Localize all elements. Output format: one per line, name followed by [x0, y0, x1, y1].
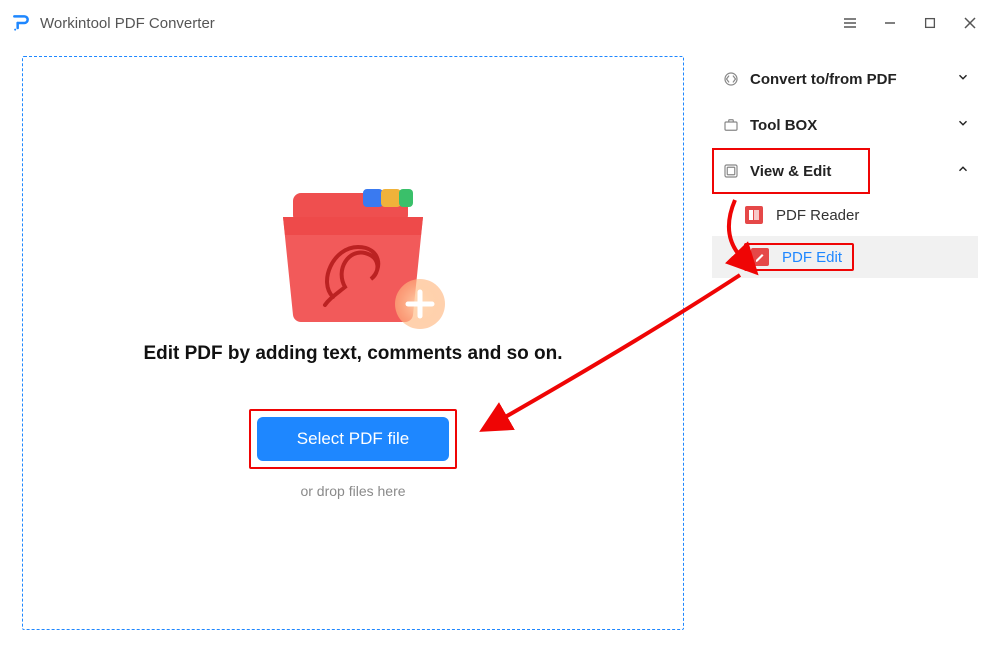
sidebar-item-label: Tool BOX	[750, 117, 956, 134]
annotation-box-pdf-edit: PDF Edit	[744, 243, 854, 271]
sidebar-subitem-pdf-edit[interactable]: PDF Edit	[712, 236, 978, 278]
sidebar-item-label: Convert to/from PDF	[750, 71, 956, 88]
pdf-edit-icon	[750, 247, 770, 267]
sidebar: Convert to/from PDF Tool BOX View & Edit	[712, 56, 978, 630]
chevron-up-icon	[956, 162, 978, 181]
maximize-icon[interactable]	[910, 3, 950, 43]
sidebar-item-convert[interactable]: Convert to/from PDF	[712, 56, 978, 102]
convert-icon	[720, 70, 742, 88]
folder-illustration	[263, 187, 443, 327]
toolbox-icon	[720, 116, 742, 134]
close-icon[interactable]	[950, 3, 990, 43]
select-pdf-button[interactable]: Select PDF file	[257, 417, 449, 461]
chevron-down-icon	[956, 116, 970, 134]
titlebar: Workintool PDF Converter	[0, 0, 1000, 46]
plus-icon	[393, 277, 447, 331]
instruction-text: Edit PDF by adding text, comments and so…	[143, 343, 562, 365]
sidebar-item-view-edit[interactable]: View & Edit	[712, 148, 870, 194]
sidebar-subitem-label: PDF Reader	[776, 207, 859, 224]
menu-icon[interactable]	[830, 3, 870, 43]
app-title: Workintool PDF Converter	[40, 15, 215, 32]
sidebar-item-label: View & Edit	[750, 163, 862, 180]
drop-area[interactable]: Edit PDF by adding text, comments and so…	[22, 56, 684, 630]
sidebar-subitem-pdf-reader[interactable]: PDF Reader	[712, 194, 978, 236]
annotation-box-select-button: Select PDF file	[249, 409, 457, 469]
sidebar-subitem-label: PDF Edit	[782, 249, 842, 266]
app-logo-icon	[10, 12, 32, 34]
drop-hint-text: or drop files here	[300, 483, 405, 499]
sidebar-item-toolbox[interactable]: Tool BOX	[712, 102, 978, 148]
pdf-reader-icon	[744, 205, 764, 225]
minimize-icon[interactable]	[870, 3, 910, 43]
view-edit-icon	[720, 162, 742, 180]
chevron-down-icon	[956, 70, 970, 88]
